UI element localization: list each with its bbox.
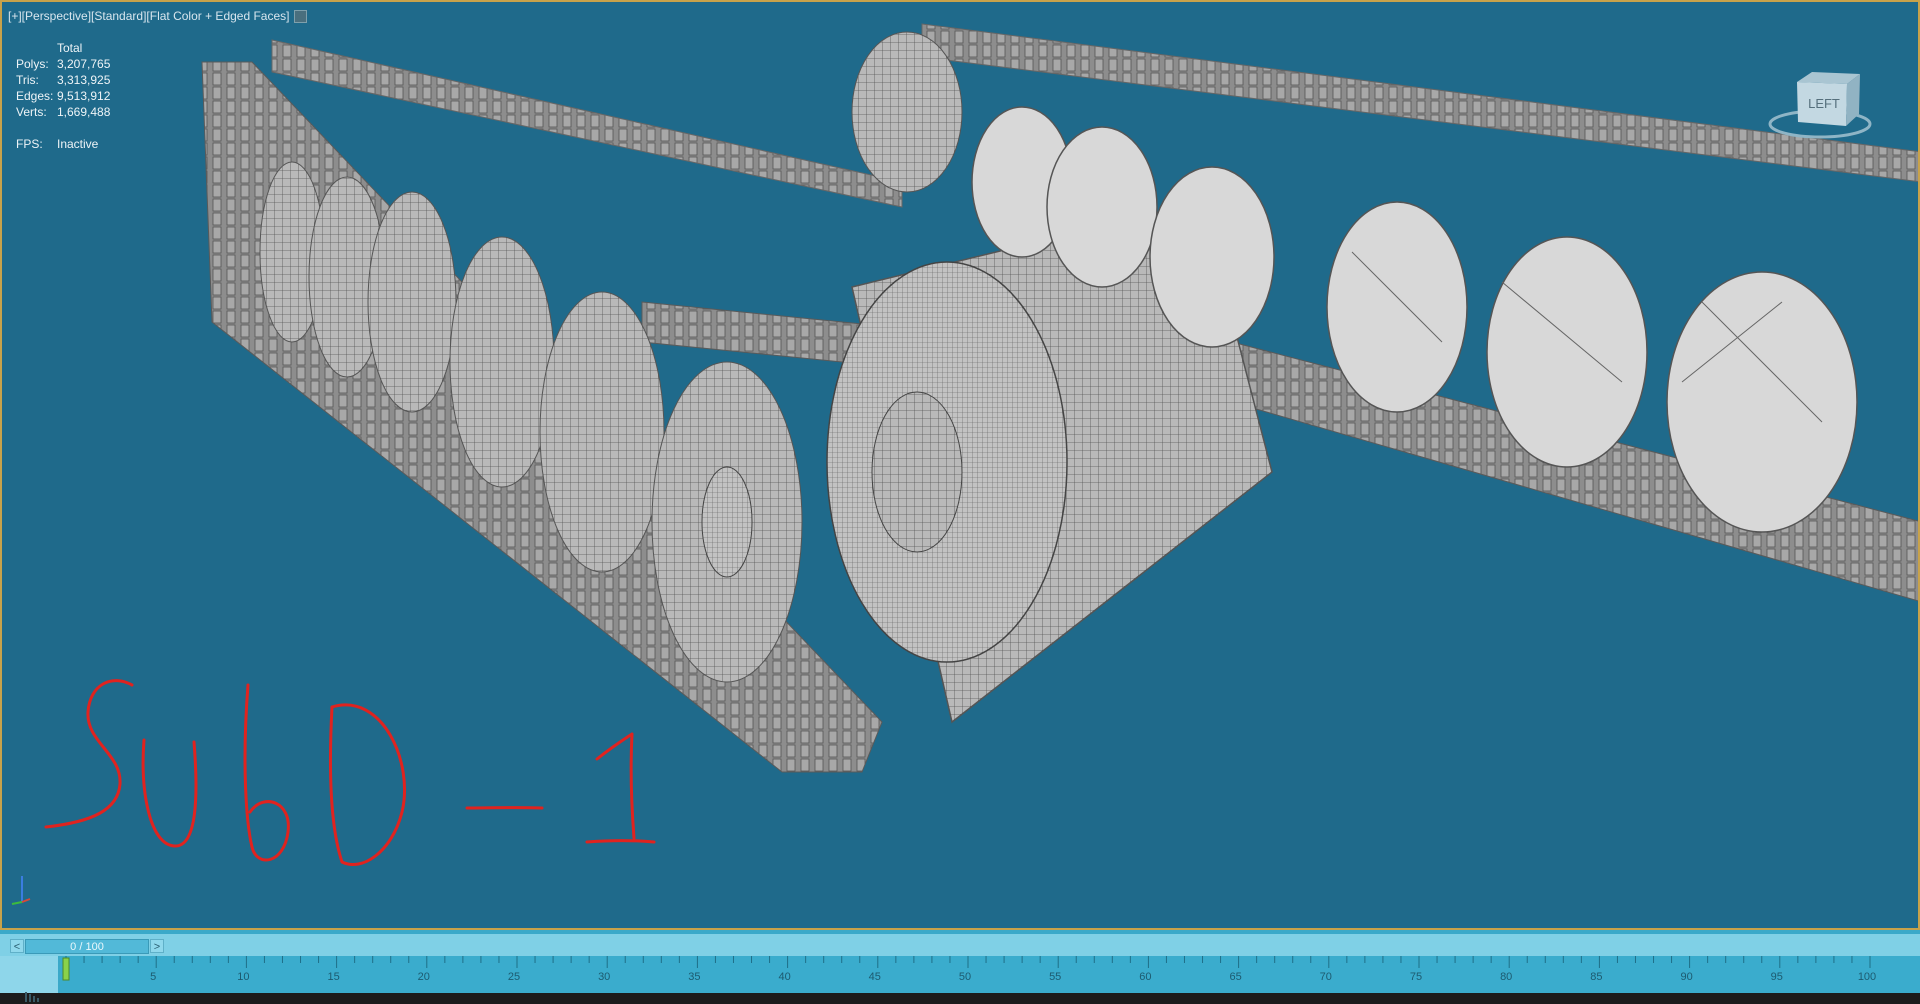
ruler-tick-label: 80 [1500,971,1512,983]
time-slider[interactable]: 0 / 100 [25,939,149,954]
ruler-tick-label: 95 [1771,971,1783,983]
ruler-tick-label: 75 [1410,971,1422,983]
ruler-tick-label: 15 [327,971,339,983]
ruler-tick-label: 30 [598,971,610,983]
previous-frame-button[interactable]: < [10,939,24,953]
next-frame-button[interactable]: > [150,939,164,953]
ruler-tick-label: 45 [869,971,881,983]
ruler-tick-label: 50 [959,971,971,983]
ruler-tick-label: 90 [1680,971,1692,983]
ruler-tick-label: 85 [1590,971,1602,983]
handwritten-annotation [44,679,656,866]
ruler-tick-label: 100 [1858,971,1876,983]
ruler-tick-label: 65 [1229,971,1241,983]
timeline-ruler[interactable]: 5 10 15 20 25 30 35 40 45 50 55 60 65 70 75 80 85 90 95 100 [60,956,1920,993]
ruler-tick-label: 70 [1320,971,1332,983]
ruler-tick-label: 40 [778,971,790,983]
track-bar-icon [25,992,39,1002]
ruler-tick-label: 10 [237,971,249,983]
ruler-tick-label: 20 [418,971,430,983]
ruler-tick-label: 35 [688,971,700,983]
ruler-tick-label: 5 [150,971,156,983]
ruler-tick-label: 60 [1139,971,1151,983]
timeline-panel: < 0 / 100 > 5 10 15 20 25 30 35 40 45 50 55 60 65 70 7… [0,930,1920,1002]
ruler-tick-label: 55 [1049,971,1061,983]
current-frame-marker[interactable] [62,957,70,981]
track-bar-toggle[interactable] [0,956,58,1002]
viewport[interactable]: [+][Perspective][Standard][Flat Color + … [0,0,1920,930]
ruler-tick-label: 25 [508,971,520,983]
time-slider-track[interactable]: < 0 / 100 > [0,934,1920,956]
